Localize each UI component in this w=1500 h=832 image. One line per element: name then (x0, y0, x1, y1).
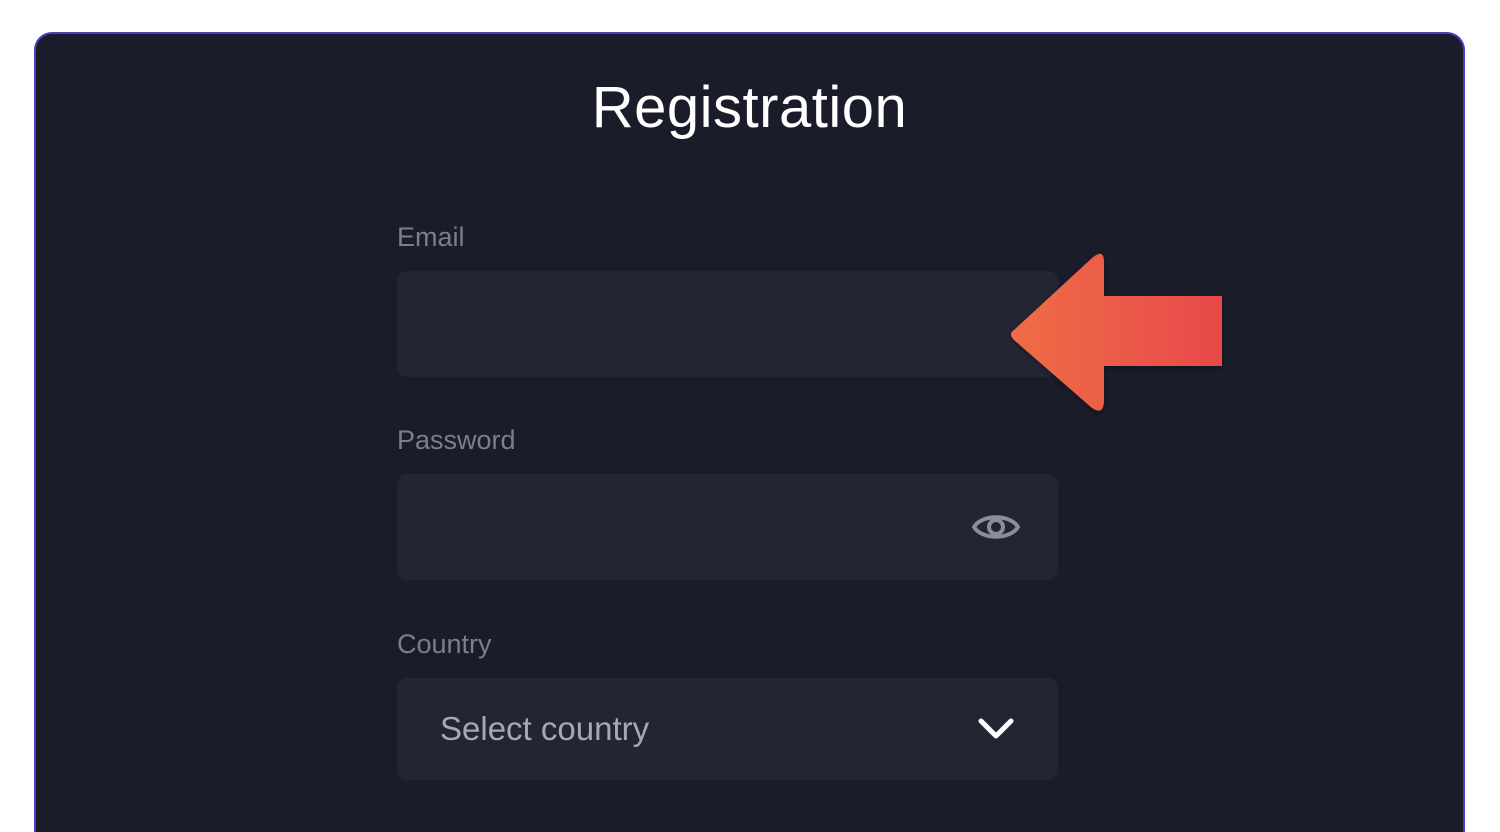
email-field-container (397, 271, 1058, 377)
page-title: Registration (591, 75, 908, 140)
email-label: Email (397, 222, 465, 252)
password-label: Password (397, 425, 516, 455)
email-field[interactable] (397, 271, 1058, 377)
password-field-container (397, 474, 1058, 580)
password-field[interactable] (397, 474, 1058, 580)
registration-panel: Registration Email Password Country Sele… (34, 32, 1465, 832)
country-label: Country (397, 629, 492, 659)
country-select-value: Select country (440, 710, 650, 747)
country-select[interactable]: Select country (397, 678, 1058, 780)
chevron-down-icon (978, 718, 1014, 739)
arrow-left-icon (1011, 253, 1222, 411)
eye-icon[interactable] (972, 509, 1020, 545)
